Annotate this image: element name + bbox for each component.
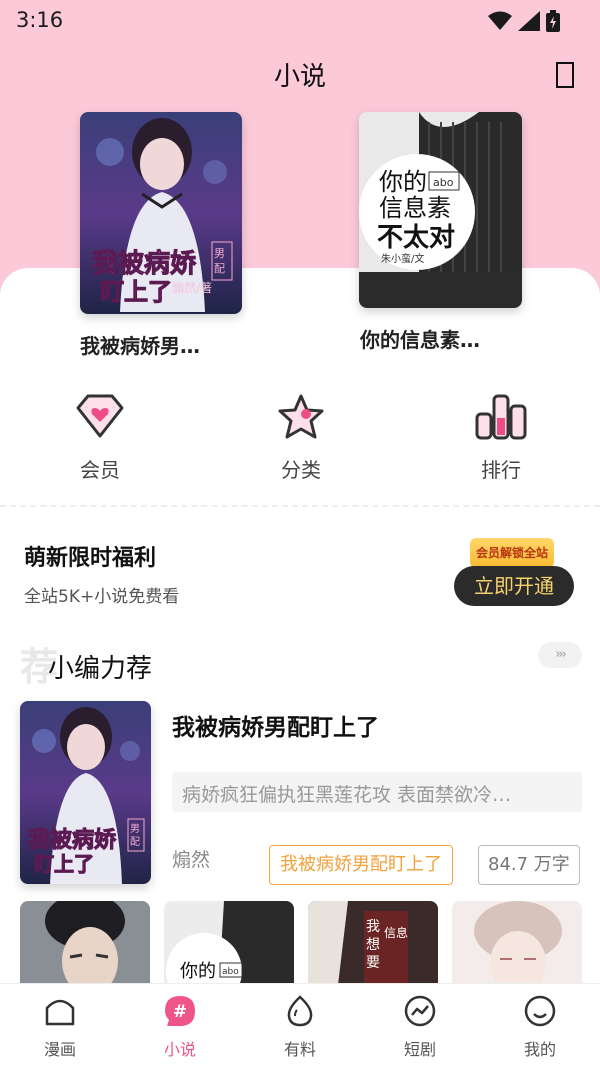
book-thumbnail[interactable]: 我 想 要 信息 bbox=[308, 901, 438, 985]
page-title: 小说 bbox=[273, 62, 326, 92]
svg-text:盯上了: 盯上了 bbox=[34, 852, 94, 876]
nav-item-short-drama[interactable]: 短剧 bbox=[360, 994, 480, 1060]
divider bbox=[0, 505, 600, 507]
promo-badge: 会员解锁全站 bbox=[470, 538, 554, 568]
svg-text:配: 配 bbox=[130, 836, 140, 848]
status-time: 3:16 bbox=[16, 8, 64, 32]
egg-icon bbox=[287, 995, 313, 1027]
svg-text:盯上了: 盯上了 bbox=[100, 277, 172, 306]
svg-text:我被病娇: 我被病娇 bbox=[28, 827, 117, 853]
status-icons bbox=[488, 10, 560, 32]
book-title-1[interactable]: 我被病娇男… bbox=[80, 330, 200, 359]
featured-word-count: 84.7 万字 bbox=[478, 845, 580, 885]
nav-item-materials[interactable]: 有料 bbox=[240, 994, 360, 1060]
book-thumbnail[interactable] bbox=[452, 901, 582, 985]
svg-text:#: # bbox=[173, 1002, 187, 1022]
svg-text:abo: abo bbox=[222, 967, 239, 977]
nav-label: 有料 bbox=[283, 1040, 316, 1059]
svg-text:我: 我 bbox=[366, 919, 380, 935]
svg-text:你的: 你的 bbox=[379, 168, 427, 196]
featured-author: 煽然 bbox=[172, 849, 211, 871]
section-title: 小编力荐 bbox=[48, 654, 153, 684]
smile-icon bbox=[524, 995, 556, 1027]
thumbnail-art: 你的 abo bbox=[164, 901, 294, 985]
hash-icon: # bbox=[165, 996, 195, 1026]
section-more-button[interactable]: ››› bbox=[538, 642, 582, 668]
featured-tag[interactable]: 我被病娇男配盯上了 bbox=[269, 845, 453, 885]
promo-title: 萌新限时福利 bbox=[24, 546, 157, 571]
featured-description: 病娇疯狂偏执狂黑莲花攻 表面禁欲冷… bbox=[172, 772, 582, 812]
signal-icon bbox=[518, 11, 540, 31]
cover-title-text: 我被病娇 bbox=[92, 249, 197, 279]
thumbnail-art: 我 想 要 信息 bbox=[308, 901, 438, 985]
shortcut-vip[interactable]: 会员 bbox=[40, 392, 160, 483]
ranking-bars-icon bbox=[475, 394, 527, 440]
featured-cover-art: 我被病娇 盯上了 男 配 bbox=[20, 701, 151, 884]
shortcut-category[interactable]: 分类 bbox=[241, 392, 361, 483]
featured-title[interactable]: 我被病娇男配盯上了 bbox=[172, 708, 379, 742]
thumbnail-art bbox=[20, 901, 150, 985]
svg-text:配: 配 bbox=[214, 262, 225, 275]
thumbnail-art bbox=[452, 901, 582, 985]
shortcut-ranking[interactable]: 排行 bbox=[441, 392, 561, 483]
svg-text:要: 要 bbox=[366, 955, 380, 971]
svg-text:不太对: 不太对 bbox=[377, 223, 455, 253]
book-cover[interactable]: 我被病娇 盯上了 男 配 煽然/著 bbox=[80, 112, 242, 314]
nav-item-comics[interactable]: 漫画 bbox=[0, 994, 120, 1060]
svg-text:男: 男 bbox=[214, 247, 225, 260]
svg-text:abo: abo bbox=[433, 176, 454, 189]
promo-subtitle: 全站5K+小说免费看 bbox=[24, 587, 180, 607]
star-icon bbox=[278, 394, 324, 439]
svg-text:煽然/著: 煽然/著 bbox=[172, 280, 212, 295]
nav-item-novel[interactable]: # 小说 bbox=[120, 994, 240, 1060]
svg-text:你的: 你的 bbox=[180, 961, 216, 982]
nav-label: 漫画 bbox=[43, 1040, 76, 1059]
battery-icon bbox=[546, 10, 560, 32]
open-vip-button[interactable]: 立即开通 bbox=[454, 566, 574, 606]
nav-label: 我的 bbox=[523, 1040, 556, 1059]
cover-art-2: 你的 abo 信息素 不太对 朱小蛮/文 bbox=[359, 112, 522, 308]
shortcut-label: 排行 bbox=[481, 458, 521, 482]
book-title-2[interactable]: 你的信息素… bbox=[360, 324, 480, 353]
wifi-icon bbox=[488, 11, 512, 30]
svg-text:信息素: 信息素 bbox=[379, 194, 451, 222]
diamond-heart-icon bbox=[76, 394, 124, 438]
book-cover[interactable]: 你的 abo 信息素 不太对 朱小蛮/文 bbox=[359, 112, 522, 308]
trend-circle-icon bbox=[404, 995, 436, 1027]
book-thumbnail[interactable]: 你的 abo bbox=[164, 901, 294, 985]
svg-text:朱小蛮/文: 朱小蛮/文 bbox=[381, 252, 424, 265]
status-bar: 3:16 bbox=[0, 0, 600, 40]
shortcut-label: 会员 bbox=[80, 458, 120, 482]
bottom-navigation: 漫画 # 小说 有料 短剧 我的 bbox=[0, 983, 600, 1066]
book-thumbnail[interactable] bbox=[20, 901, 150, 985]
nav-label: 短剧 bbox=[403, 1040, 436, 1059]
nav-item-mine[interactable]: 我的 bbox=[480, 994, 600, 1060]
featured-book-cover[interactable]: 我被病娇 盯上了 男 配 bbox=[20, 701, 151, 884]
shortcut-label: 分类 bbox=[281, 458, 321, 482]
house-icon bbox=[45, 999, 75, 1026]
svg-text:信息: 信息 bbox=[384, 925, 408, 940]
svg-text:男: 男 bbox=[130, 823, 140, 835]
close-icon[interactable] bbox=[556, 62, 574, 88]
svg-text:想: 想 bbox=[366, 937, 380, 953]
nav-label: 小说 bbox=[163, 1040, 196, 1059]
cover-art-1: 我被病娇 盯上了 男 配 煽然/著 bbox=[80, 112, 242, 314]
